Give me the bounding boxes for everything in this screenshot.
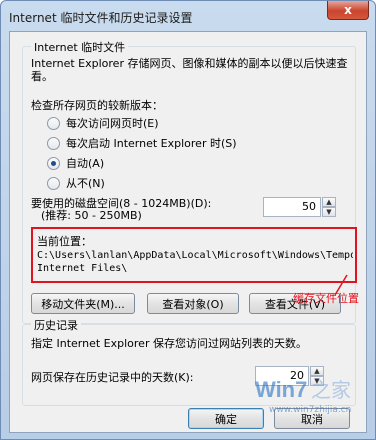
- settings-window: Internet 临时文件和历史记录设置 x Internet 临时文件 Int…: [0, 0, 376, 440]
- radio-button-selected[interactable]: [47, 156, 60, 170]
- check-newer-versions-label: 检查所存网页的较新版本：: [31, 99, 163, 112]
- temp-files-group-title: Internet 临时文件: [31, 39, 129, 55]
- disk-space-down-arrow-icon[interactable]: ▼: [322, 207, 336, 217]
- watermark-url: www.win7zhijia.cn: [269, 405, 352, 415]
- radio-label: 每次启动 Internet Explorer 时(S): [66, 137, 237, 150]
- svg-text:Win7: Win7: [255, 377, 307, 402]
- ok-button[interactable]: 确定: [188, 408, 264, 429]
- view-objects-button[interactable]: 查看对象(O): [147, 293, 239, 314]
- disk-space-recommend-label: (推荐: 50 - 250MB): [41, 209, 142, 222]
- history-days-label: 网页保存在历史记录中的天数(K):: [31, 371, 194, 384]
- current-location-title: 当前位置：: [37, 235, 92, 248]
- temp-files-group: Internet 临时文件 Internet Explorer 存储网页、图像和…: [22, 39, 357, 324]
- radio-never[interactable]: 从不(N): [47, 175, 105, 191]
- radio-label: 从不(N): [66, 177, 105, 190]
- radio-button[interactable]: [47, 116, 60, 130]
- svg-text:之家: 之家: [311, 378, 351, 402]
- radio-label: 自动(A): [66, 157, 105, 170]
- temp-files-description: Internet Explorer 存储网页、图像和媒体的副本以便以后快速查看。: [31, 57, 348, 83]
- move-folder-button[interactable]: 移动文件夹(M)...: [31, 293, 135, 314]
- current-location-path: C:\Users\lanlan\AppData\Local\Microsoft\…: [37, 249, 353, 275]
- history-group-title: 历史记录: [31, 317, 81, 333]
- location-path-line-2: Internet Files\: [37, 263, 128, 274]
- disk-space-label: 要使用的磁盘空间(8 - 1024MB)(D): (推荐: 50 - 250MB…: [31, 198, 211, 222]
- radio-every-start[interactable]: 每次启动 Internet Explorer 时(S): [47, 135, 237, 151]
- disk-space-input[interactable]: 50: [263, 197, 321, 217]
- radio-button[interactable]: [47, 176, 60, 190]
- location-path-line-1: C:\Users\lanlan\AppData\Local\Microsoft\…: [37, 250, 353, 261]
- window-title: Internet 临时文件和历史记录设置: [9, 11, 193, 25]
- cache-location-annotation: 缓存文件位置: [293, 292, 359, 305]
- disk-space-up-arrow-icon[interactable]: ▲: [322, 197, 336, 207]
- title-bar: Internet 临时文件和历史记录设置 x: [1, 1, 375, 31]
- close-button[interactable]: x: [327, 1, 369, 20]
- radio-label: 每次访问网页时(E): [66, 117, 159, 130]
- radio-automatic[interactable]: 自动(A): [47, 155, 104, 171]
- history-description: 指定 Internet Explorer 保存您访问过网站列表的天数。: [31, 337, 307, 350]
- current-location-box: 当前位置： C:\Users\lanlan\AppData\Local\Micr…: [31, 227, 357, 283]
- radio-every-visit[interactable]: 每次访问网页时(E): [47, 115, 159, 131]
- radio-button[interactable]: [47, 136, 60, 150]
